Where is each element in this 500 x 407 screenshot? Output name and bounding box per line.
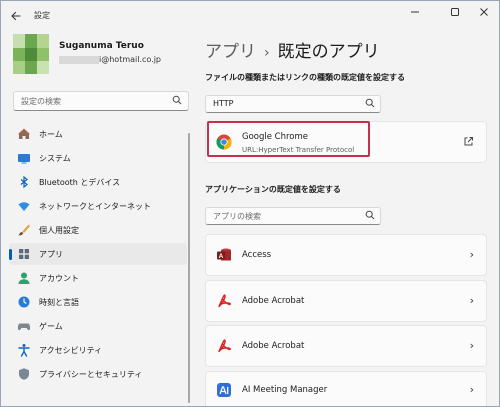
app-row-adobe-acrobat[interactable]: Adobe Acrobat › (205, 280, 487, 322)
file-type-search-value: HTTP (213, 99, 234, 108)
sidebar-item-label: アカウント (39, 274, 79, 283)
app-name: Access (242, 250, 272, 260)
file-type-section-label: ファイルの種類またはリンクの種類の既定値を設定する (205, 73, 405, 82)
page-title: 既定のアプリ (277, 42, 380, 62)
search-icon (172, 95, 182, 105)
network-wifi-icon (18, 202, 30, 211)
sidebar-item-label: 時刻と言語 (39, 298, 79, 307)
adobe-acrobat-icon (218, 294, 231, 308)
window-title: 設定 (34, 11, 50, 20)
sidebar-item-label: ゲーム (39, 322, 63, 331)
avatar[interactable] (13, 34, 49, 74)
system-display-icon (18, 154, 30, 164)
chevron-right-icon: › (469, 294, 474, 307)
highlight-box (207, 121, 370, 157)
privacy-shield-icon (19, 368, 29, 380)
app-name: Adobe Acrobat (242, 296, 305, 306)
app-row-adobe-acrobat[interactable]: Adobe Acrobat › (205, 325, 487, 367)
chevron-right-icon: › (469, 339, 474, 352)
sidebar-item-network[interactable]: ネットワークとインターネット (9, 195, 187, 217)
file-type-search-input[interactable]: HTTP (205, 95, 381, 113)
maximize-button[interactable] (437, 1, 473, 25)
sidebar-item-accounts[interactable]: アカウント (9, 267, 187, 289)
personalization-brush-icon (18, 224, 30, 236)
sidebar-item-personalization[interactable]: 個人用設定 (9, 219, 187, 241)
adobe-acrobat-icon (218, 339, 231, 353)
apps-section-label: アプリケーションの既定値を設定する (205, 185, 341, 194)
email-redaction (59, 56, 99, 64)
apps-icon (19, 249, 29, 259)
sidebar-item-apps[interactable]: アプリ (9, 243, 187, 265)
account-person-icon (18, 272, 30, 284)
app-search-placeholder: アプリの検索 (213, 212, 261, 221)
sidebar-item-time-language[interactable]: 時刻と言語 (9, 291, 187, 313)
close-button[interactable] (469, 1, 499, 25)
user-name: Suganuma Teruo (59, 41, 144, 51)
sidebar-item-system[interactable]: システム (9, 147, 187, 169)
chevron-right-icon: › (469, 248, 474, 261)
sidebar-item-label: アクセシビリティ (39, 346, 103, 355)
sidebar-item-label: ホーム (39, 130, 63, 139)
app-row-access[interactable]: A Access › (205, 234, 487, 276)
sidebar-item-bluetooth[interactable]: Bluetooth とデバイス (9, 171, 187, 193)
sidebar-item-privacy[interactable]: プライバシーとセキュリティ (9, 363, 187, 385)
title-bar: 設定 (1, 1, 499, 31)
sidebar-item-gaming[interactable]: ゲーム (9, 315, 187, 337)
close-icon (480, 8, 488, 16)
app-name: AI Meeting Manager (242, 385, 328, 395)
app-search-input[interactable]: アプリの検索 (205, 207, 381, 225)
search-icon (365, 210, 375, 220)
minimize-button[interactable] (397, 1, 433, 25)
back-button[interactable] (7, 7, 25, 25)
sidebar-item-label: プライバシーとセキュリティ (39, 370, 143, 379)
search-icon (365, 98, 375, 108)
user-email: i@hotmail.co.jp (99, 55, 162, 64)
settings-search-placeholder: 設定の検索 (21, 97, 61, 106)
breadcrumb-separator: › (264, 45, 270, 61)
svg-text:A: A (219, 253, 224, 260)
time-language-icon (18, 296, 30, 308)
back-arrow-icon (11, 11, 21, 21)
sidebar-item-label: Bluetooth とデバイス (39, 178, 121, 187)
minimize-icon (411, 11, 419, 13)
home-icon (18, 128, 30, 139)
sidebar-item-accessibility[interactable]: アクセシビリティ (9, 339, 187, 361)
breadcrumb-parent[interactable]: アプリ (205, 42, 256, 62)
access-icon: A (217, 248, 231, 261)
sidebar-item-label: システム (39, 154, 71, 163)
sidebar-item-label: アプリ (39, 250, 63, 259)
sidebar-nav: ホーム システム Bluetooth とデバイス ネットワークとインターネット … (9, 123, 187, 387)
sidebar-scrollbar[interactable] (188, 133, 190, 403)
app-row-ai-meeting-manager[interactable]: AI Meeting Manager › (205, 371, 487, 406)
app-name: Adobe Acrobat (242, 341, 305, 351)
sidebar-item-label: 個人用設定 (39, 226, 79, 235)
ai-meeting-manager-icon (217, 383, 231, 397)
accessibility-icon (18, 344, 30, 357)
bluetooth-icon (20, 175, 28, 189)
maximize-icon (451, 8, 459, 16)
settings-search-input[interactable]: 設定の検索 (13, 91, 189, 111)
gaming-controller-icon (17, 323, 31, 331)
chevron-right-icon: › (469, 383, 474, 396)
open-external-icon[interactable] (463, 136, 474, 147)
sidebar-item-label: ネットワークとインターネット (39, 202, 151, 211)
settings-window: 設定 Suganuma Teruo i@hotmail.co.jp 設定の検索 (0, 0, 500, 407)
breadcrumb: アプリ › 既定のアプリ (205, 37, 380, 62)
sidebar-item-home[interactable]: ホーム (9, 123, 187, 145)
